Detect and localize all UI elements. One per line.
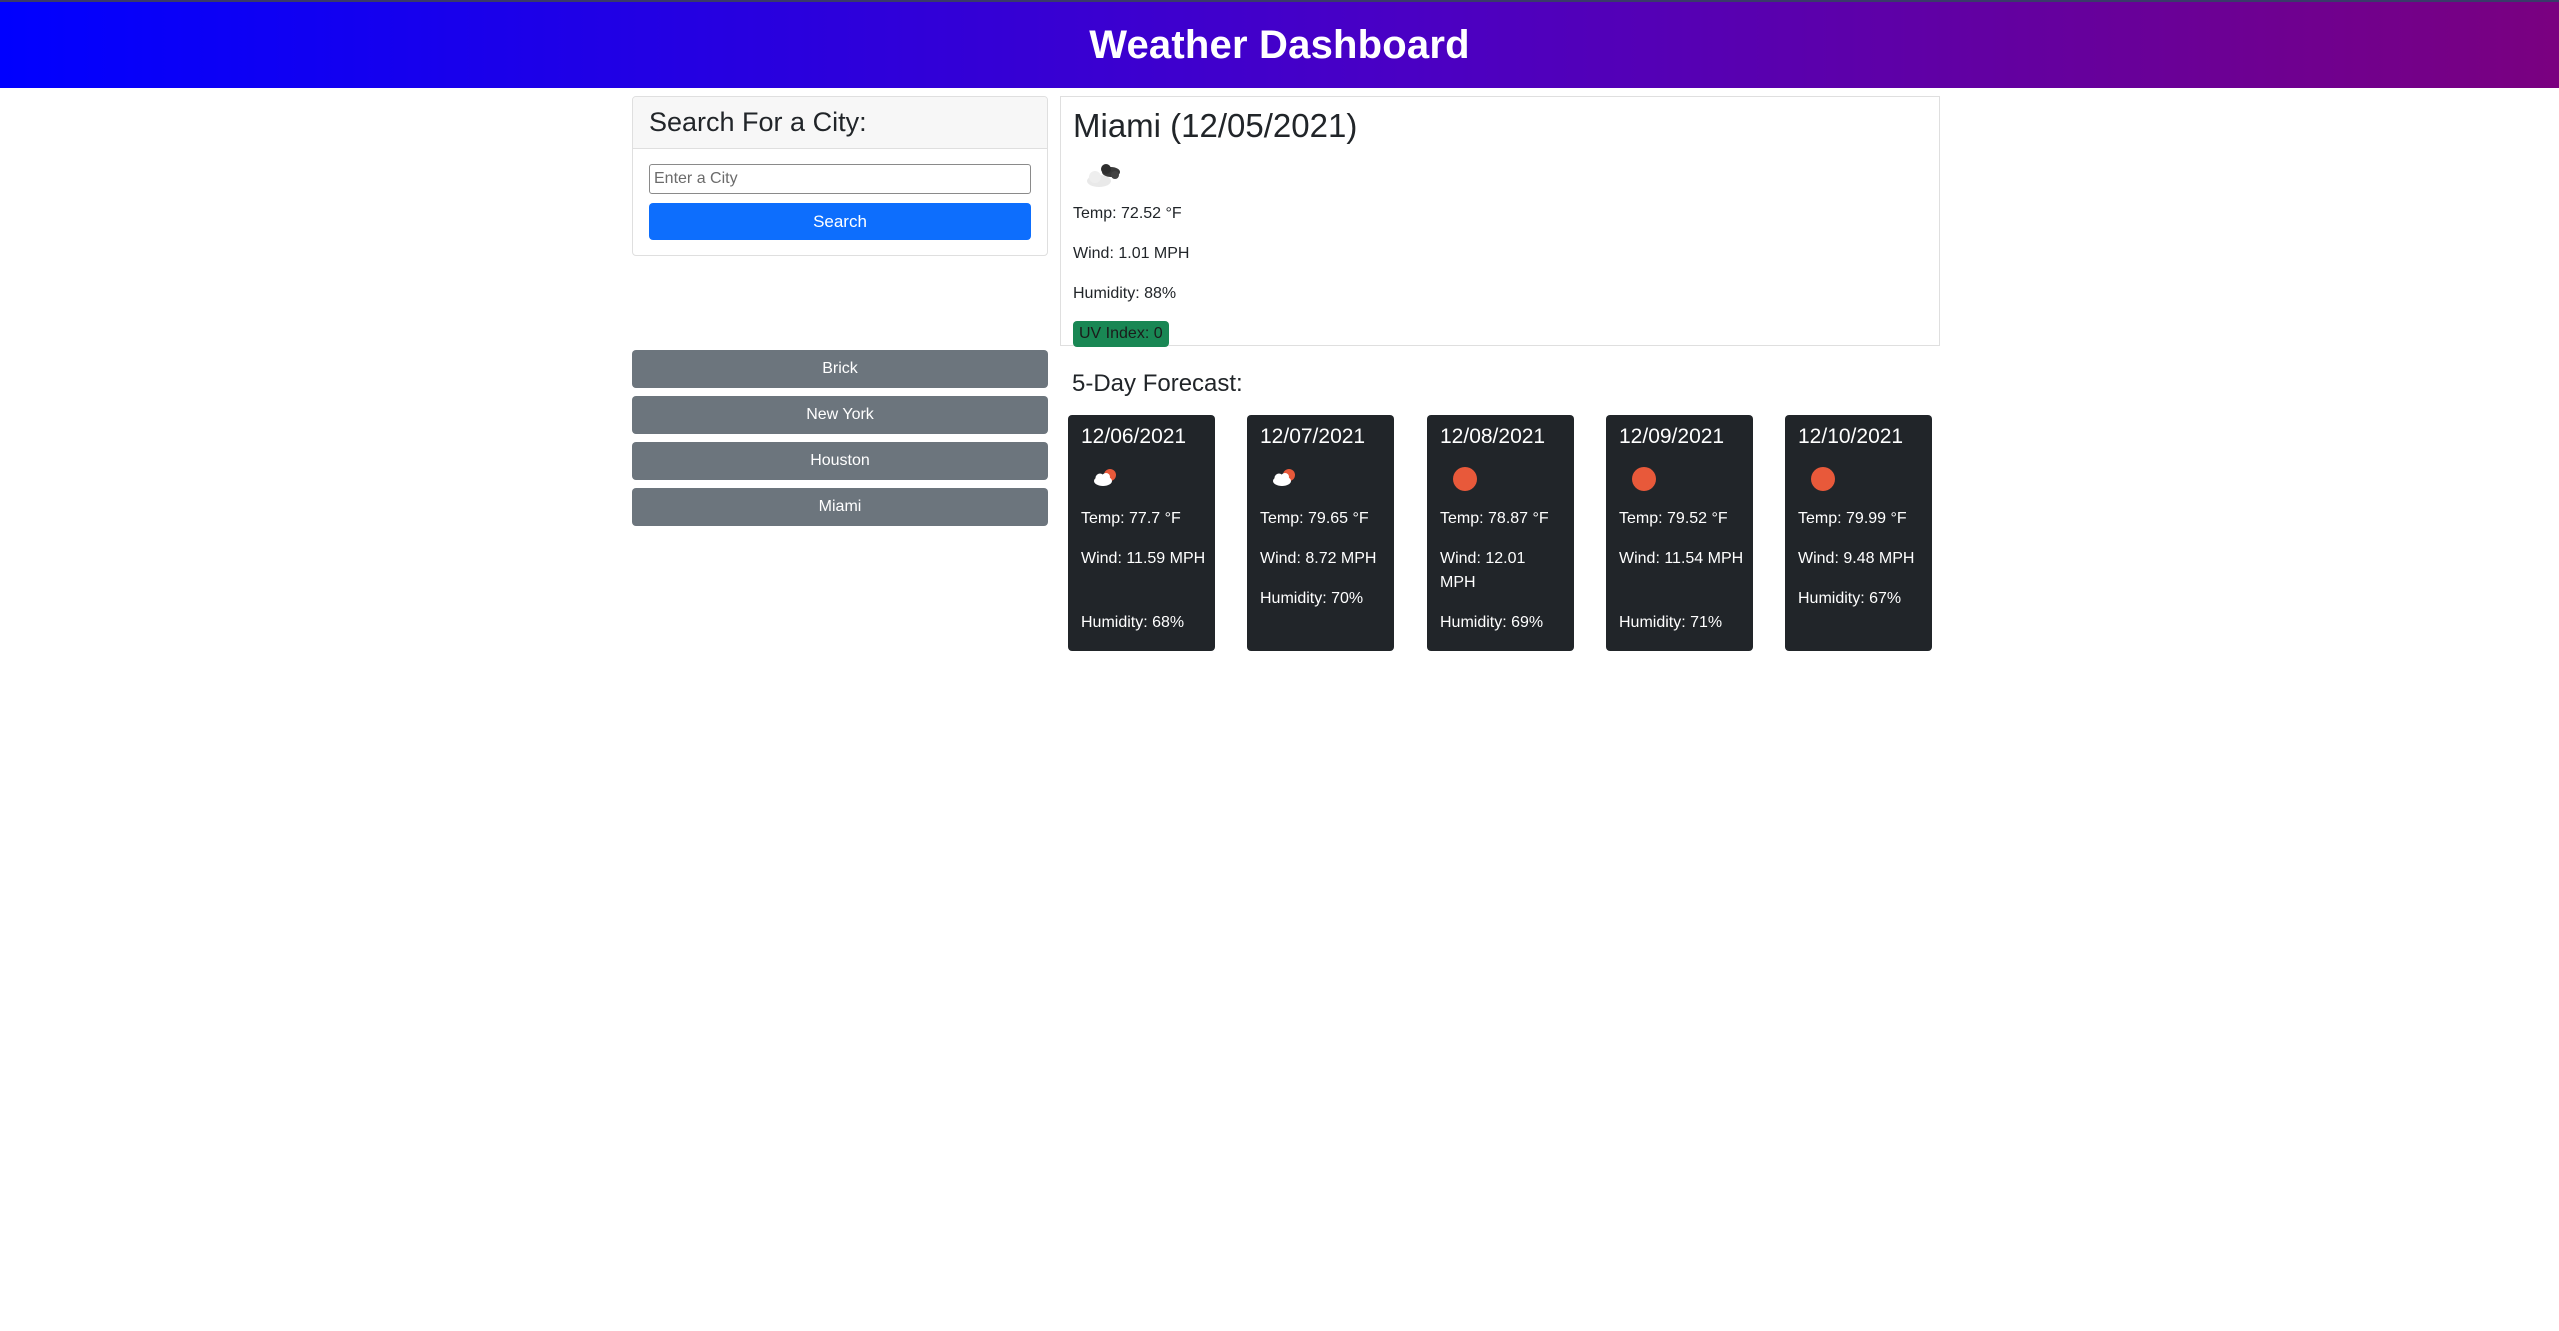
- search-history: Brick New York Houston Miami: [632, 350, 1048, 534]
- forecast-title: 5-Day Forecast:: [1072, 370, 1243, 397]
- forecast-wind: Wind: 12.01 MPH: [1440, 550, 1526, 591]
- forecast-temp: Temp: 79.99 °F: [1798, 510, 1907, 527]
- sun-icon: [1811, 467, 1835, 491]
- forecast-wind: Wind: 11.59 MPH: [1081, 550, 1206, 567]
- dark-clouds-icon: [1087, 164, 1120, 187]
- forecast-temp: Temp: 78.87 °F: [1440, 510, 1549, 527]
- forecast-temp: Temp: 79.52 °F: [1619, 510, 1728, 527]
- forecast-date: 12/06/2021: [1081, 425, 1187, 448]
- forecast-card: 12/06/2021 Temp: 77.7 °F Wind: 11.59 MPH…: [1068, 415, 1215, 651]
- forecast-humidity: Humidity: 67%: [1798, 590, 1902, 607]
- history-button-brick[interactable]: Brick: [632, 350, 1048, 388]
- forecast-temp: Temp: 77.7 °F: [1081, 510, 1181, 527]
- sun-icon: [1453, 467, 1477, 491]
- app-header: Weather Dashboard: [0, 0, 2559, 88]
- search-card: Search For a City: Search: [632, 96, 1048, 256]
- forecast-humidity: Humidity: 70%: [1260, 590, 1364, 607]
- sun-icon: [1632, 467, 1656, 491]
- search-heading: Search For a City:: [649, 107, 867, 137]
- partly-cloudy-icon: [1094, 469, 1116, 486]
- partly-cloudy-icon: [1273, 469, 1295, 486]
- forecast-humidity: Humidity: 68%: [1081, 614, 1185, 631]
- forecast-temp: Temp: 79.65 °F: [1260, 510, 1369, 527]
- current-humidity: Humidity: 88%: [1073, 285, 1177, 302]
- history-button-miami[interactable]: Miami: [632, 488, 1048, 526]
- history-button-houston[interactable]: Houston: [632, 442, 1048, 480]
- app-title: Weather Dashboard: [1089, 22, 1470, 67]
- forecast-card: 12/07/2021 Temp: 79.65 °F Wind: 8.72 MPH…: [1247, 415, 1394, 651]
- city-search-input[interactable]: [649, 164, 1031, 194]
- current-wind: Wind: 1.01 MPH: [1073, 245, 1190, 262]
- current-city-title: Miami (12/05/2021): [1073, 107, 1358, 144]
- forecast-date: 12/10/2021: [1798, 425, 1904, 448]
- forecast-card: 12/08/2021 Temp: 78.87 °F Wind: 12.01 MP…: [1427, 415, 1574, 651]
- search-card-header: Search For a City:: [633, 97, 1047, 149]
- forecast-humidity: Humidity: 69%: [1440, 614, 1544, 631]
- forecast-wind: Wind: 8.72 MPH: [1260, 550, 1377, 567]
- uv-index-badge: UV Index: 0: [1073, 321, 1169, 347]
- forecast-date: 12/07/2021: [1260, 425, 1366, 448]
- forecast-date: 12/09/2021: [1619, 425, 1725, 448]
- current-temp: Temp: 72.52 °F: [1073, 205, 1182, 222]
- current-weather-card: Miami (12/05/2021) Temp: 72.52 °F Wind: …: [1060, 96, 1940, 347]
- forecast-wind: Wind: 9.48 MPH: [1798, 550, 1915, 567]
- history-button-new-york[interactable]: New York: [632, 396, 1048, 434]
- forecast-wind: Wind: 11.54 MPH: [1619, 550, 1744, 567]
- search-button[interactable]: Search: [649, 203, 1031, 240]
- forecast-card: 12/09/2021 Temp: 79.52 °F Wind: 11.54 MP…: [1606, 415, 1753, 651]
- forecast-humidity: Humidity: 71%: [1619, 614, 1723, 631]
- forecast-card: 12/10/2021 Temp: 79.99 °F Wind: 9.48 MPH…: [1785, 415, 1932, 651]
- forecast-date: 12/08/2021: [1440, 425, 1546, 448]
